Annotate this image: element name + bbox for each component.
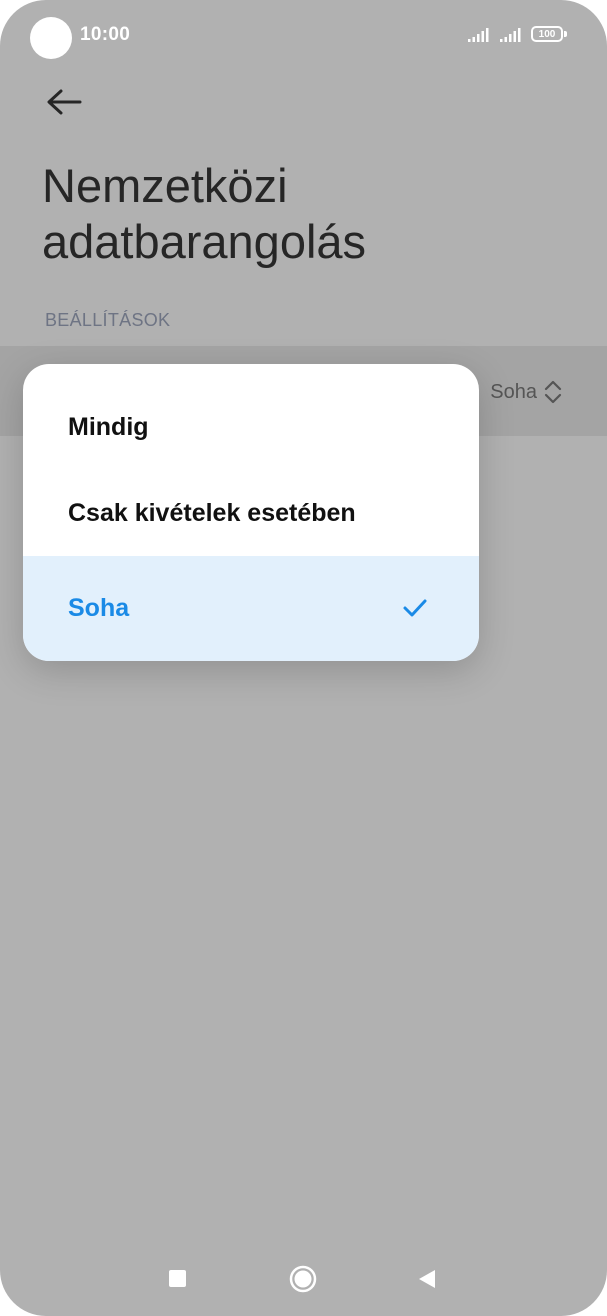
cellular-signal-icon bbox=[468, 28, 489, 42]
camera-cutout bbox=[30, 17, 72, 59]
status-bar: 10:00 100 bbox=[0, 0, 607, 72]
back-button[interactable] bbox=[38, 80, 90, 124]
setting-current-value: Soha bbox=[490, 381, 537, 403]
cellular-signal-icon-2 bbox=[500, 28, 521, 42]
option-label: Csak kivételek esetében bbox=[68, 498, 356, 527]
option-label: Mindig bbox=[68, 412, 149, 441]
option-label: Soha bbox=[68, 594, 130, 622]
check-icon bbox=[403, 599, 427, 617]
battery-icon: 100 bbox=[531, 26, 563, 42]
option-csak-kivetelek[interactable]: Csak kivételek esetében bbox=[23, 470, 479, 556]
battery-level: 100 bbox=[538, 28, 556, 40]
option-mindig[interactable]: Mindig bbox=[23, 384, 479, 470]
page-title: Nemzetközi adatbarangolás bbox=[42, 159, 367, 268]
phone-screen: 10:00 100 Nemzetközi adatbarangolás BEÁL… bbox=[0, 0, 607, 1316]
battery-terminal bbox=[564, 31, 567, 37]
chevron-up-down-icon bbox=[544, 380, 562, 404]
option-soha-selected[interactable]: Soha bbox=[23, 556, 479, 661]
nav-recents-button[interactable] bbox=[169, 1270, 186, 1287]
status-time: 10:00 bbox=[80, 24, 131, 45]
section-header: BEÁLLÍTÁSOK bbox=[45, 310, 171, 330]
roaming-options-dropdown: Mindig Csak kivételek esetében Soha bbox=[23, 364, 479, 661]
arrow-left-icon bbox=[47, 89, 82, 115]
nav-home-button[interactable] bbox=[289, 1265, 317, 1293]
nav-back-button[interactable] bbox=[417, 1268, 437, 1290]
